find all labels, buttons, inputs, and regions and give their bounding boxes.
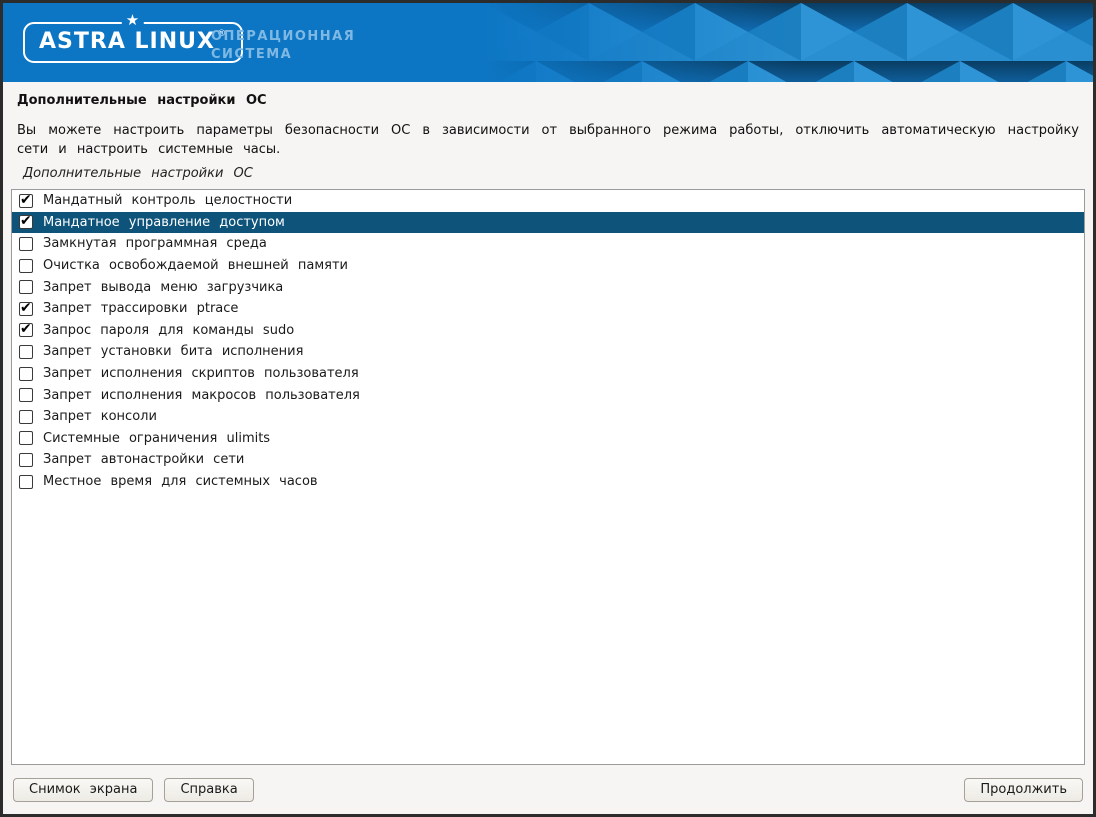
installer-window: ★ ASTRA LINUX® ОПЕРАЦИОННАЯ СИСТЕМА Допо… [0,0,1096,817]
checkbox-icon[interactable] [19,453,33,467]
option-row[interactable]: Запрос пароля для команды sudo [12,320,1084,342]
page-description: Вы можете настроить параметры безопаснос… [17,121,1079,159]
option-label: Запрет автонастройки сети [43,452,244,467]
option-row[interactable]: Запрет консоли [12,406,1084,428]
help-button[interactable]: Справка [164,778,253,802]
checkbox-icon[interactable] [19,302,33,316]
main-content: Дополнительные настройки ОС Вы можете на… [3,82,1093,765]
checkbox-icon[interactable] [19,237,33,251]
checkbox-icon[interactable] [19,345,33,359]
option-label: Запрет вывода меню загрузчика [43,280,283,295]
options-listbox[interactable]: Мандатный контроль целостности Мандатное… [11,189,1085,765]
checkbox-icon[interactable] [19,259,33,273]
checkbox-icon[interactable] [19,215,33,229]
subtitle-line1: ОПЕРАЦИОННАЯ [211,28,355,46]
checkbox-icon[interactable] [19,475,33,489]
option-label: Запрет исполнения скриптов пользователя [43,366,359,381]
checkbox-icon[interactable] [19,194,33,208]
astra-linux-logo: ★ ASTRA LINUX® [23,22,243,63]
option-row[interactable]: Запрет установки бита исполнения [12,341,1084,363]
screenshot-button[interactable]: Снимок экрана [13,778,153,802]
option-row[interactable]: Запрет исполнения макросов пользователя [12,384,1084,406]
option-label: Запрос пароля для команды sudo [43,323,294,338]
star-icon: ★ [122,13,144,28]
option-row[interactable]: Системные ограничения ulimits [12,428,1084,450]
option-label: Запрет трассировки ptrace [43,301,238,316]
subtitle-line2: СИСТЕМА [211,46,355,64]
checkbox-icon[interactable] [19,431,33,445]
page-title: Дополнительные настройки ОС [17,93,1079,108]
option-label: Местное время для системных часов [43,474,318,489]
option-row[interactable]: Запрет вывода меню загрузчика [12,276,1084,298]
checkbox-icon[interactable] [19,367,33,381]
continue-button[interactable]: Продолжить [964,778,1083,802]
option-label: Запрет исполнения макросов пользователя [43,388,360,403]
option-row[interactable]: Запрет автонастройки сети [12,449,1084,471]
os-subtitle: ОПЕРАЦИОННАЯ СИСТЕМА [211,28,355,64]
option-label: Системные ограничения ulimits [43,431,270,446]
option-label: Мандатное управление доступом [43,215,285,230]
header-banner: ★ ASTRA LINUX® ОПЕРАЦИОННАЯ СИСТЕМА [3,3,1093,82]
checkbox-icon[interactable] [19,323,33,337]
checkbox-icon[interactable] [19,388,33,402]
header-facet-pattern [483,3,1093,82]
checkbox-icon[interactable] [19,280,33,294]
option-row[interactable]: Мандатное управление доступом [12,212,1084,234]
option-label: Запрет установки бита исполнения [43,344,303,359]
option-row[interactable]: Очистка освобождаемой внешней памяти [12,255,1084,277]
options-list-caption: Дополнительные настройки ОС [23,166,1079,181]
option-label: Замкнутая программная среда [43,236,267,251]
option-row[interactable]: Замкнутая программная среда [12,233,1084,255]
option-label: Запрет консоли [43,409,157,424]
option-row[interactable]: Местное время для системных часов [12,471,1084,493]
option-row[interactable]: Мандатный контроль целостности [12,190,1084,212]
option-row[interactable]: Запрет трассировки ptrace [12,298,1084,320]
option-label: Мандатный контроль целостности [43,193,292,208]
logo-text: ASTRA LINUX [39,29,215,54]
checkbox-icon[interactable] [19,410,33,424]
footer-bar: Снимок экрана Справка Продолжить [3,765,1093,814]
option-row[interactable]: Запрет исполнения скриптов пользователя [12,363,1084,385]
option-label: Очистка освобождаемой внешней памяти [43,258,348,273]
